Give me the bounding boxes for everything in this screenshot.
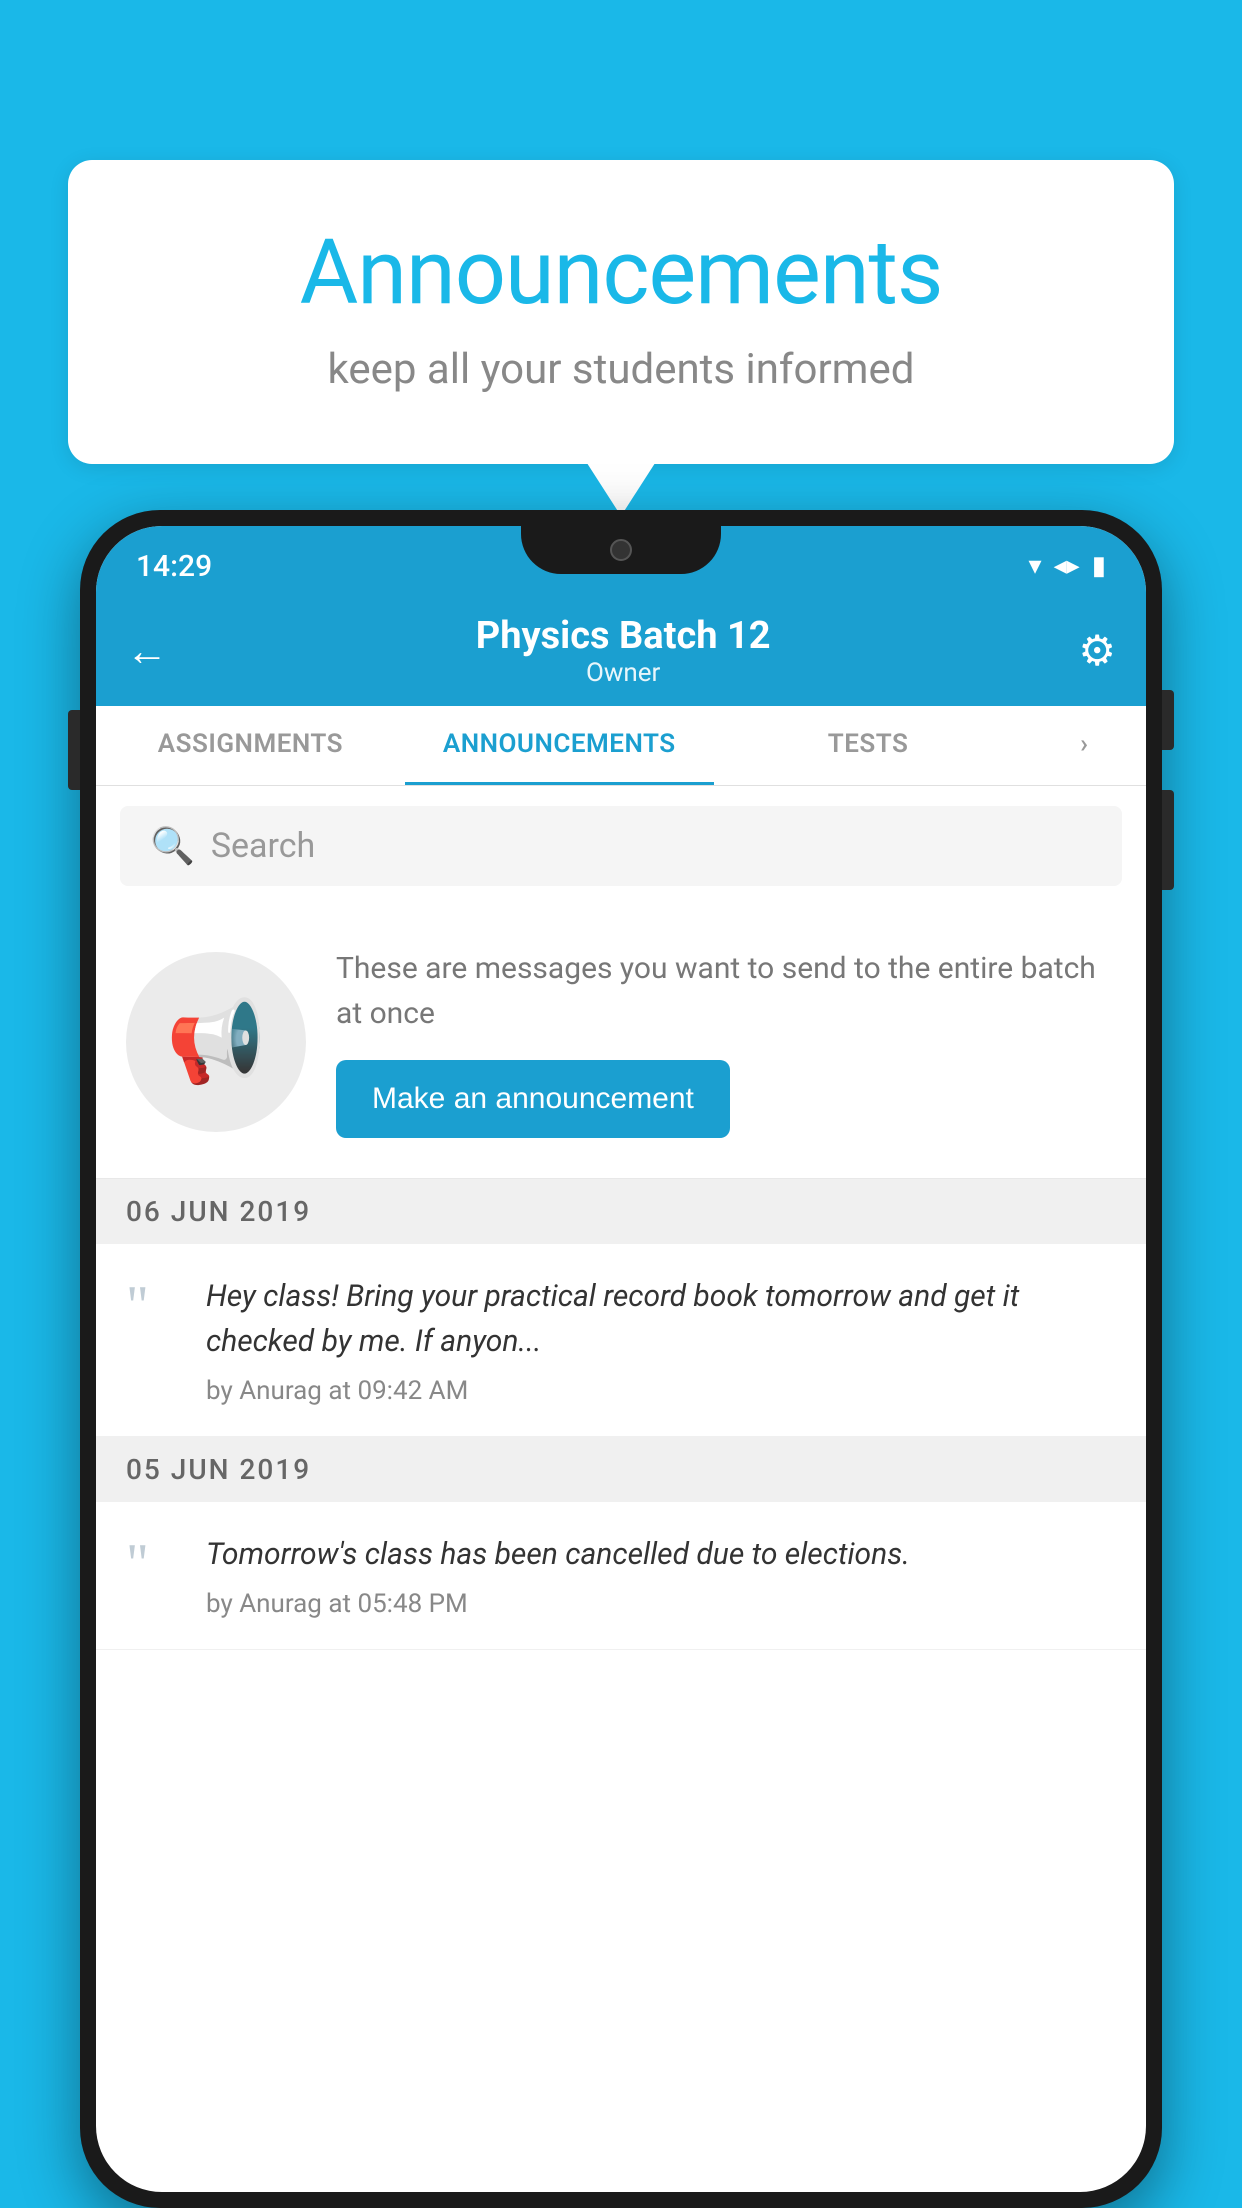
power-button xyxy=(1162,790,1174,890)
tabs-bar: ASSIGNMENTS ANNOUNCEMENTS TESTS › xyxy=(96,706,1146,786)
speech-bubble-section: Announcements keep all your students inf… xyxy=(68,160,1174,464)
speech-bubble-card: Announcements keep all your students inf… xyxy=(68,160,1174,464)
signal-icon: ◂▸ xyxy=(1054,551,1080,581)
header-subtitle: Owner xyxy=(168,658,1078,688)
search-placeholder-text: Search xyxy=(211,826,315,866)
tab-assignments[interactable]: ASSIGNMENTS xyxy=(96,706,405,785)
search-box[interactable]: 🔍 Search xyxy=(120,806,1122,886)
status-time: 14:29 xyxy=(136,549,212,584)
bubble-title: Announcements xyxy=(148,220,1094,325)
back-button[interactable]: ← xyxy=(126,627,168,676)
date-separator-1: 06 JUN 2019 xyxy=(96,1179,1146,1244)
promo-section: 📢 These are messages you want to send to… xyxy=(96,906,1146,1179)
megaphone-icon: 📢 xyxy=(166,995,266,1089)
announcement-content-2: Tomorrow's class has been cancelled due … xyxy=(206,1532,1116,1619)
announcement-item-2[interactable]: " Tomorrow's class has been cancelled du… xyxy=(96,1502,1146,1650)
battery-icon: ▮ xyxy=(1092,551,1106,581)
volume-up-button xyxy=(1162,690,1174,750)
tab-more[interactable]: › xyxy=(1022,706,1146,785)
camera-dot xyxy=(610,539,632,561)
phone-container: 14:29 ▾ ◂▸ ▮ ← Physics Batch 12 Owner ⚙ xyxy=(80,510,1162,2208)
tab-announcements[interactable]: ANNOUNCEMENTS xyxy=(405,706,714,785)
quote-icon-1: " xyxy=(126,1278,186,1334)
announcement-text-2: Tomorrow's class has been cancelled due … xyxy=(206,1532,1116,1577)
search-icon: 🔍 xyxy=(150,825,195,867)
status-icons: ▾ ◂▸ ▮ xyxy=(1029,551,1106,581)
promo-icon-circle: 📢 xyxy=(126,952,306,1132)
promo-description: These are messages you want to send to t… xyxy=(336,946,1116,1036)
bubble-subtitle: keep all your students informed xyxy=(148,345,1094,394)
tab-tests[interactable]: TESTS xyxy=(714,706,1023,785)
phone-screen: 14:29 ▾ ◂▸ ▮ ← Physics Batch 12 Owner ⚙ xyxy=(96,526,1146,2192)
phone-notch xyxy=(521,526,721,574)
volume-button xyxy=(68,710,80,790)
date-separator-2: 05 JUN 2019 xyxy=(96,1437,1146,1502)
wifi-icon: ▾ xyxy=(1029,551,1042,581)
announcement-author-1: by Anurag at 09:42 AM xyxy=(206,1376,1116,1406)
announcement-author-2: by Anurag at 05:48 PM xyxy=(206,1589,1116,1619)
header-center: Physics Batch 12 Owner xyxy=(168,614,1078,688)
quote-icon-2: " xyxy=(126,1536,186,1592)
phone-outer: 14:29 ▾ ◂▸ ▮ ← Physics Batch 12 Owner ⚙ xyxy=(80,510,1162,2208)
promo-content: These are messages you want to send to t… xyxy=(336,946,1116,1138)
announcement-text-1: Hey class! Bring your practical record b… xyxy=(206,1274,1116,1364)
header-title: Physics Batch 12 xyxy=(168,614,1078,658)
announcement-item-1[interactable]: " Hey class! Bring your practical record… xyxy=(96,1244,1146,1437)
announcement-content-1: Hey class! Bring your practical record b… xyxy=(206,1274,1116,1406)
app-header: ← Physics Batch 12 Owner ⚙ xyxy=(96,596,1146,706)
settings-icon[interactable]: ⚙ xyxy=(1078,626,1116,676)
make-announcement-button[interactable]: Make an announcement xyxy=(336,1060,730,1138)
search-container: 🔍 Search xyxy=(96,786,1146,906)
